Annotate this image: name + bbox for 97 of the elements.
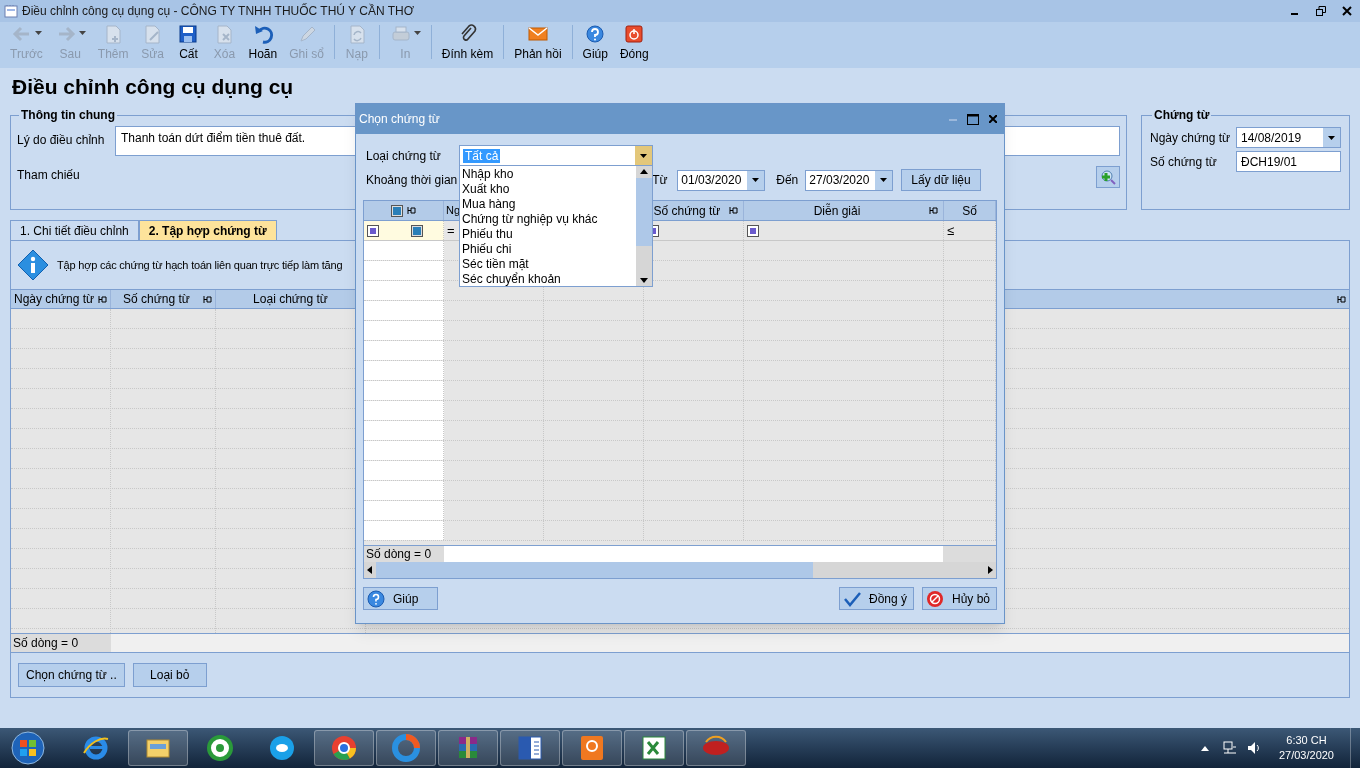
row-count: Số dòng = 0: [364, 546, 444, 562]
group-title: Thông tin chung: [20, 107, 116, 124]
date-picker[interactable]: 27/03/2020: [805, 169, 894, 191]
close-icon[interactable]: [1342, 6, 1352, 16]
close-icon[interactable]: [989, 115, 997, 123]
action-button[interactable]: Loại bỏ: [132, 663, 207, 687]
filter-cell[interactable]: [364, 221, 444, 240]
speaker-icon[interactable]: [1246, 741, 1261, 755]
field-label: Ngày chứng từ: [1150, 129, 1232, 147]
filter-operator[interactable]: =: [447, 220, 455, 241]
filter-cell[interactable]: ≤: [944, 221, 996, 240]
dialog-button[interactable]: Giúp: [363, 587, 438, 610]
ring-icon: [391, 733, 421, 763]
clock-time[interactable]: 6:30 CH: [1286, 733, 1327, 748]
field-label: Tham chiếu: [17, 167, 81, 184]
vertical-scrollbar[interactable]: [636, 166, 652, 286]
info-text: Tập hợp các chứng từ hạch toán liên quan trực tiếp làm tăng: [57, 257, 343, 273]
pin-icon[interactable]: [929, 206, 938, 215]
ring-logo-icon: [205, 733, 235, 763]
caret-icon: [752, 178, 760, 182]
taskbar-button[interactable]: [562, 730, 622, 766]
pin-icon[interactable]: [98, 294, 108, 304]
caret-icon: [34, 31, 42, 35]
dialog-button[interactable]: Hủy bỏ: [922, 587, 997, 610]
dialog-button[interactable]: Đồng ý: [839, 587, 914, 610]
restore-icon[interactable]: [1316, 6, 1326, 16]
dropdown-option[interactable]: Séc tiền mặt: [460, 257, 636, 272]
dropdown-option[interactable]: Séc chuyển khoản: [460, 272, 636, 287]
field-label: Lý do điều chỉnh: [17, 132, 106, 149]
power-icon: [623, 23, 646, 45]
filter-operator[interactable]: ≤: [947, 220, 955, 241]
checkbox-icon[interactable]: [391, 204, 403, 217]
field-label: Từ: [652, 172, 669, 189]
network-icon[interactable]: [1222, 741, 1237, 755]
pin-icon[interactable]: [407, 206, 416, 215]
filter-operator-icon[interactable]: [747, 224, 759, 237]
caret-icon: [880, 178, 888, 182]
clock-date[interactable]: 27/03/2020: [1278, 748, 1334, 763]
caret-icon: [78, 31, 86, 35]
window-title: Điều chỉnh công cụ dụng cụ - CÔNG TY TNHH THUỐC THÚ Y CẦN THƠ: [22, 2, 414, 20]
pin-icon[interactable]: [203, 294, 212, 304]
date-picker[interactable]: 01/03/2020: [677, 169, 766, 191]
info-icon: [17, 249, 49, 281]
field-label: Đến: [775, 172, 800, 189]
filter-operator-icon[interactable]: [367, 224, 379, 237]
dropdown-option[interactable]: Nhập kho: [460, 167, 636, 182]
toolbar-button[interactable]: Giúp: [576, 21, 614, 61]
taskbar-button[interactable]: [314, 730, 374, 766]
app-icon: [4, 4, 18, 18]
action-button[interactable]: Chọn chứng từ ..: [18, 663, 125, 687]
toolbar-button[interactable]: Cất: [170, 21, 207, 61]
date-picker[interactable]: 14/08/2019: [1236, 127, 1341, 148]
toolbar-button[interactable]: Phản hồi: [508, 21, 568, 61]
fetch-data-button[interactable]: Lấy dữ liệu: [901, 169, 981, 191]
caret-icon: [1328, 135, 1335, 140]
taskbar-button[interactable]: [624, 730, 684, 766]
caret-icon: [413, 31, 421, 35]
column-header[interactable]: Số chứng từ: [111, 290, 216, 308]
scrollbar-thumb[interactable]: [376, 562, 813, 578]
start-button-icon[interactable]: [10, 730, 46, 766]
toolbar-button[interactable]: Đóng: [613, 21, 655, 61]
toolbar-button[interactable]: Hoãn: [242, 21, 284, 61]
input-field[interactable]: ĐCH19/01: [1236, 151, 1341, 172]
field-label: Số chứng từ: [1150, 153, 1218, 171]
row-count: Số dòng = 0: [11, 634, 111, 652]
show-hidden-icons-icon[interactable]: [1200, 745, 1209, 751]
field-label: Khoảng thời gian: [365, 172, 458, 189]
group-title: Chứng từ: [1153, 107, 1211, 124]
page-title: Điều chỉnh công cụ dụng cụ: [12, 74, 294, 101]
dialog-title: Chọn chứng từ: [359, 111, 441, 128]
tab[interactable]: 2. Tập hợp chứng từ: [138, 220, 277, 240]
column-header[interactable]: Ngày chứng từ: [11, 290, 111, 308]
checkbox-icon[interactable]: [411, 224, 423, 237]
taskbar-button[interactable]: [128, 730, 188, 766]
caret-icon: [640, 153, 647, 158]
toolbar-button[interactable]: Đính kèm: [435, 21, 500, 61]
help-icon: [367, 589, 385, 608]
filter-cell[interactable]: [744, 221, 944, 240]
excel-icon: [639, 733, 669, 763]
chat-bubble-icon: [267, 733, 297, 763]
magnifier-plus-icon: [1100, 169, 1116, 185]
lookup-button[interactable]: [1096, 166, 1120, 188]
tab[interactable]: 1. Chi tiết điều chỉnh: [10, 220, 139, 240]
maximize-icon[interactable]: [967, 113, 979, 125]
taskbar-button[interactable]: [500, 730, 560, 766]
scrollbar-thumb[interactable]: [636, 178, 652, 246]
horizontal-scrollbar[interactable]: [364, 562, 996, 578]
help-icon: [584, 23, 607, 45]
pin-icon[interactable]: [1337, 294, 1346, 304]
pin-icon[interactable]: [729, 206, 738, 215]
chrome-icon: [329, 733, 359, 763]
field-label: Loại chứng từ: [365, 147, 442, 165]
dropdown-option[interactable]: Xuất kho: [460, 182, 636, 197]
prohibited-icon: [926, 589, 944, 608]
document-icon: [515, 733, 545, 763]
dropdown-option[interactable]: Phiếu chi: [460, 242, 636, 257]
dropdown-option[interactable]: Phiếu thu: [460, 227, 636, 242]
